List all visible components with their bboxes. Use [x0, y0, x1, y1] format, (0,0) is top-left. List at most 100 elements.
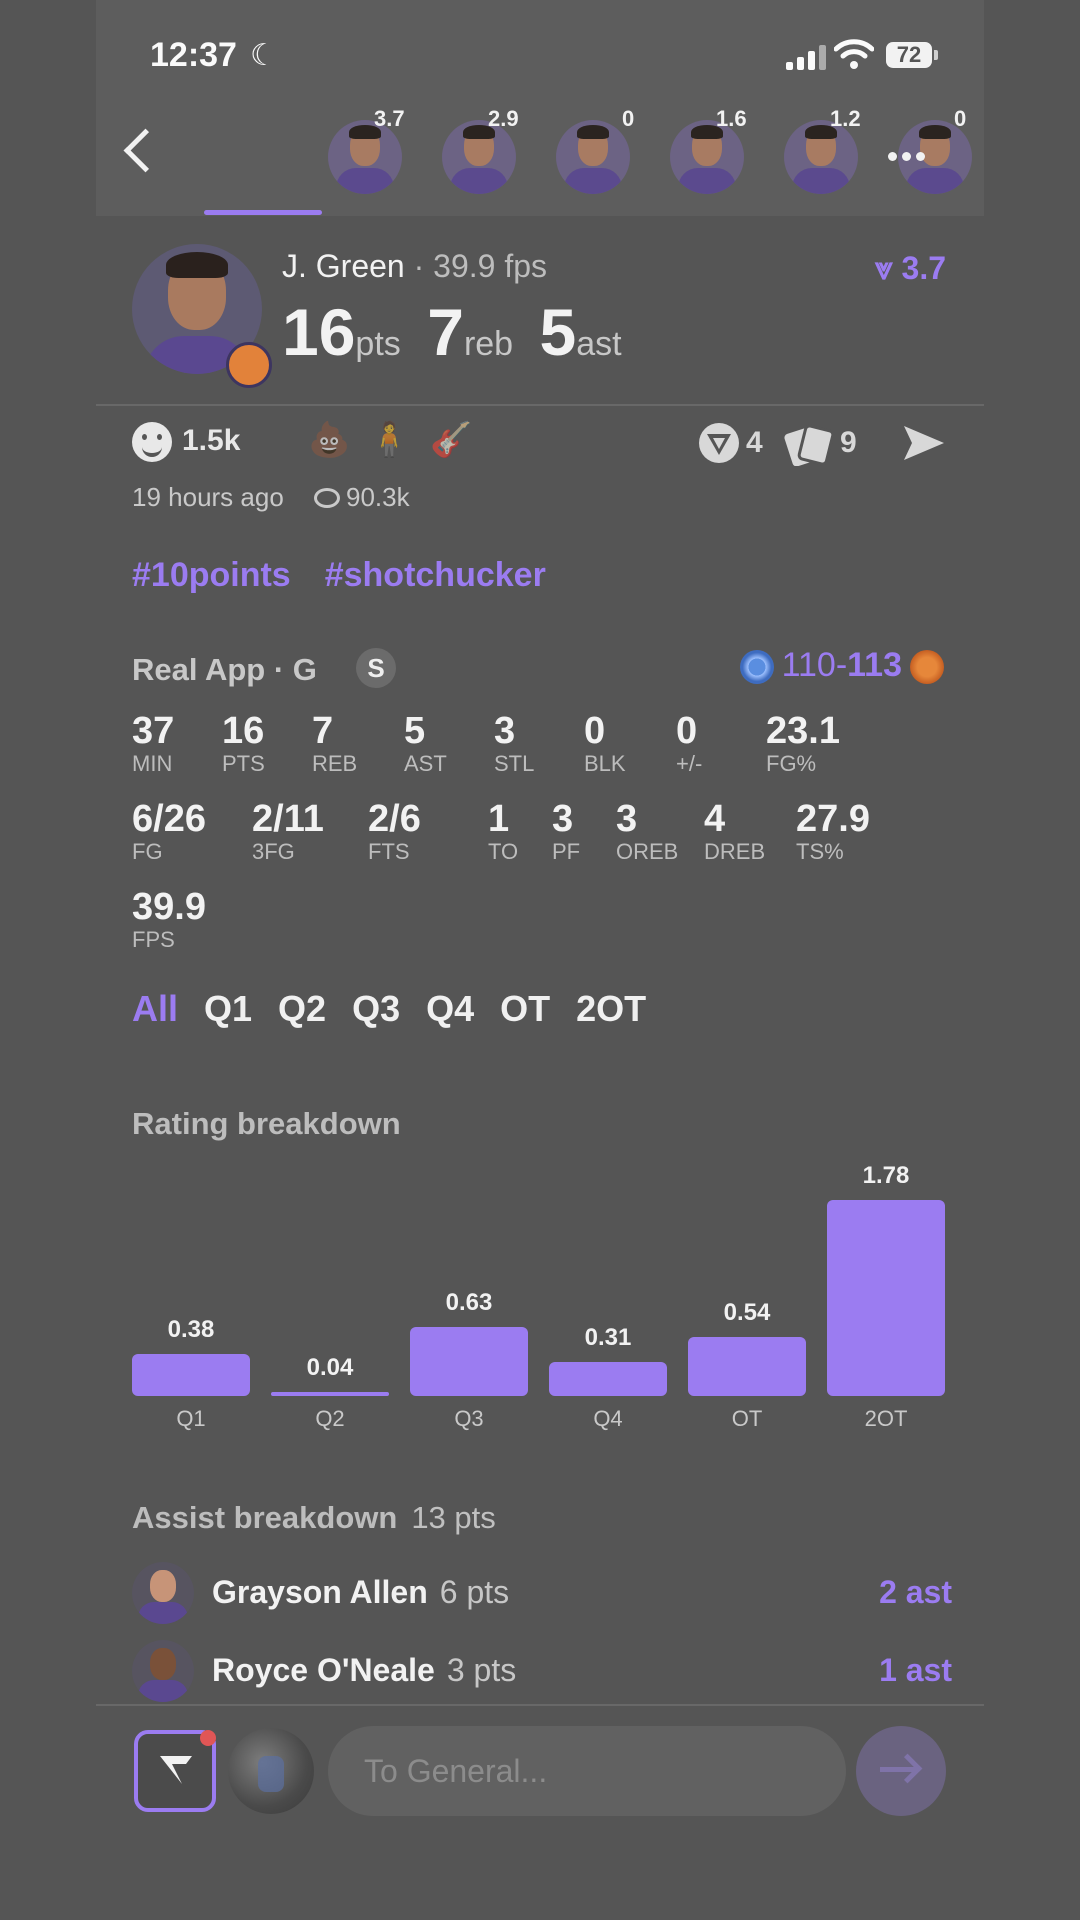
game-row: Real App · G S 110-113 — [132, 646, 952, 696]
chart-data-label: 0.54 — [723, 1299, 771, 1326]
assist-breakdown-title: Assist breakdown 13 pts — [132, 1500, 496, 1536]
divider — [96, 404, 984, 406]
send-arrow-icon — [880, 1767, 916, 1772]
chart-bar — [827, 1200, 945, 1396]
player-strip-score: 2.9 — [488, 108, 519, 131]
cards-count: 9 — [840, 426, 857, 459]
rating-value: 3.7 — [901, 250, 946, 286]
rating-badge[interactable]: ⩔ 3.7 — [875, 250, 946, 288]
player-fps: · 39.9 fps — [413, 248, 548, 284]
score-left: 110- — [781, 646, 848, 684]
person-emoji-icon[interactable]: 🧍 — [368, 418, 410, 462]
rating-breakdown-title: Rating breakdown — [132, 1106, 401, 1141]
post-timestamp: 19 hours ago — [132, 482, 284, 512]
reactions-bar: 1.5k 💩 🧍 🎸 4 9 19 hours ago 90.3k — [132, 418, 952, 518]
battery-indicator: 72 — [886, 42, 932, 68]
chart-tick-label: Q3 — [454, 1406, 484, 1431]
tab-q1[interactable]: Q1 — [204, 988, 252, 1029]
stat-cell: 1 TO — [488, 798, 519, 864]
player-strip-score: 0 — [954, 108, 967, 131]
game-label: Real App · G — [132, 652, 317, 687]
status-time: 12:37 — [150, 36, 237, 74]
assist-total: 13 pts — [411, 1500, 496, 1535]
tab-q2[interactable]: Q2 — [278, 988, 326, 1029]
quarter-tabs: All Q1 Q2 Q3 Q4 OT 2OT — [132, 988, 672, 1030]
magic-logo-icon — [739, 650, 774, 685]
chart-bar — [688, 1337, 806, 1396]
moon-icon: ☾ — [250, 39, 277, 72]
view-count: 90.3k — [346, 482, 410, 512]
channel-avatar[interactable] — [228, 1728, 314, 1814]
player-header: J. Green · 39.9 fps 16pts 7reb 5ast ⩔ 3.… — [96, 216, 984, 406]
status-bar: 12:37 ☾ 72 — [96, 0, 984, 100]
list-item[interactable]: Grayson Allen 6 pts 2 ast — [132, 1562, 952, 1624]
chart-bar — [549, 1362, 667, 1396]
stat-cell: 23.1 FG% — [766, 710, 840, 776]
top-bar: 12:37 ☾ 72 3.7 2.9 0 1.6 1.2 0 — [96, 0, 984, 216]
hashtag-link[interactable]: #10points — [132, 556, 291, 594]
send-icon[interactable] — [902, 424, 946, 462]
screen: 12:37 ☾ 72 3.7 2.9 0 1.6 1.2 0 J. Green … — [96, 0, 984, 1920]
chart-bar — [132, 1354, 250, 1396]
ast-value: 5 — [539, 295, 577, 369]
suns-logo-icon — [910, 650, 944, 685]
player-name[interactable]: J. Green — [282, 248, 405, 284]
back-icon[interactable] — [123, 128, 168, 173]
pts-value: 16 — [282, 295, 356, 369]
chart-tick-label: Q4 — [593, 1406, 623, 1431]
poop-emoji-icon[interactable]: 💩 — [308, 418, 350, 462]
assist-player-pts: 3 pts — [446, 1652, 517, 1688]
list-item[interactable]: Royce O'Neale 3 pts 1 ast — [132, 1640, 952, 1702]
tab-ot[interactable]: OT — [500, 988, 550, 1029]
chart-tick-label: Q1 — [176, 1406, 206, 1431]
stat-cell: 6/26 FG — [132, 798, 206, 864]
assist-count: 1 ast — [879, 1652, 952, 1688]
game-score[interactable]: 110-113 — [732, 646, 952, 685]
stat-cell: 3 OREB — [616, 798, 679, 864]
tab-all[interactable]: All — [132, 988, 178, 1029]
player-strip-score: 1.6 — [716, 108, 747, 131]
hashtag-link[interactable]: #shotchucker — [325, 556, 546, 594]
player-name-line: J. Green · 39.9 fps — [282, 248, 547, 285]
chart-bar — [410, 1327, 528, 1396]
chart-data-label: 1.78 — [862, 1162, 910, 1189]
stat-cell: 3 STL — [494, 710, 535, 776]
assist-count: 2 ast — [879, 1574, 952, 1610]
more-icon[interactable] — [888, 148, 930, 166]
stat-cell: 27.9 TS% — [796, 798, 870, 864]
tab-q4[interactable]: Q4 — [426, 988, 474, 1029]
chart-tick-label: Q2 — [315, 1406, 345, 1431]
hashtags: #10points #shotchucker — [132, 556, 580, 595]
eye-icon — [314, 488, 340, 508]
stat-cell: 37 MIN — [132, 710, 175, 776]
guitar-emoji-icon[interactable]: 🎸 — [430, 418, 472, 462]
chart-data-label: 0.31 — [584, 1324, 632, 1351]
chart-bar — [271, 1392, 389, 1396]
send-button[interactable] — [856, 1726, 946, 1816]
player-strip-score: 0 — [622, 108, 635, 131]
stat-cell: 4 DREB — [704, 798, 766, 864]
player-strip: 3.7 2.9 0 1.6 1.2 0 — [204, 108, 984, 216]
team-logo-icon — [226, 342, 272, 388]
prediction-icon[interactable] — [698, 422, 740, 464]
rating-icon: ⩔ — [874, 250, 893, 286]
battery-tip — [934, 50, 938, 60]
notification-dot — [200, 1730, 216, 1746]
rating-chart: 0.38 Q1 0.04 Q2 0.63 Q3 0.31 Q4 0.54 OT 1.78 2OT — [132, 1160, 952, 1440]
player-strip-avatar[interactable] — [556, 120, 630, 194]
cards-icon[interactable] — [784, 422, 836, 466]
tab-q3[interactable]: Q3 — [352, 988, 400, 1029]
tab-2ot[interactable]: 2OT — [576, 988, 646, 1029]
signal-icon — [786, 44, 830, 70]
stat-cell: 0 +/- — [676, 710, 703, 776]
avatar — [132, 1562, 194, 1624]
ast-label: ast — [576, 325, 622, 363]
message-input[interactable] — [328, 1726, 846, 1816]
avatar — [132, 1640, 194, 1702]
pts-label: pts — [355, 325, 401, 363]
assist-player-name: Grayson Allen 6 pts — [212, 1574, 510, 1610]
stat-cell: 5 AST — [404, 710, 447, 776]
smile-icon[interactable] — [132, 422, 172, 462]
stat-cell: 7 REB — [312, 710, 358, 776]
message-composer — [96, 1706, 984, 1846]
